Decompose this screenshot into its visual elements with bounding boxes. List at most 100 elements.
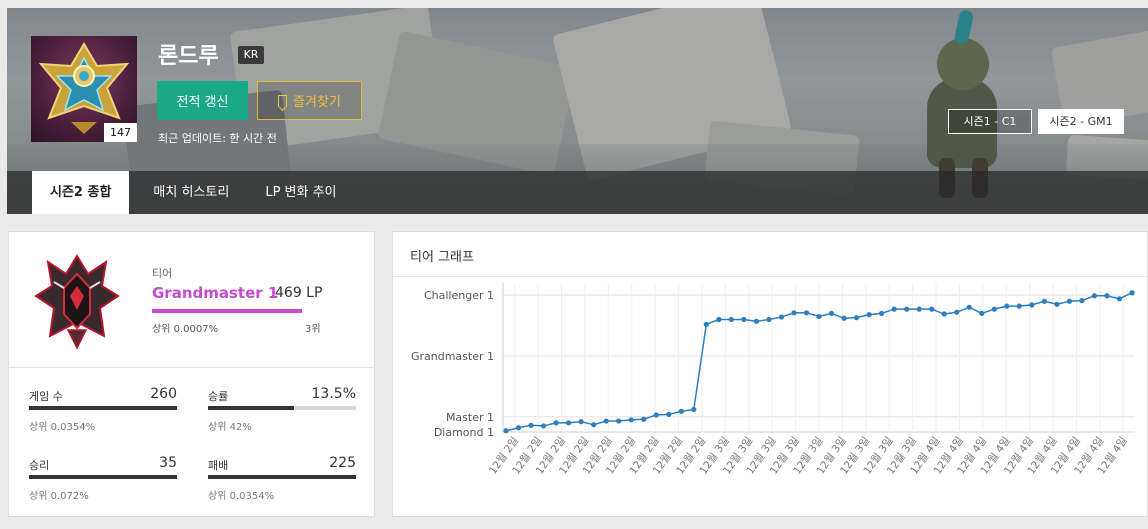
data-point bbox=[566, 420, 572, 426]
stat-track bbox=[29, 475, 177, 479]
grandmaster-emblem-icon bbox=[34, 254, 120, 350]
region-badge: KR bbox=[238, 46, 264, 64]
data-point bbox=[540, 423, 547, 429]
page-root: 147 론드루 KR 전적 갱신 즐겨찾기 최근 업데이트: 한 시간 전 시즌… bbox=[0, 0, 1148, 529]
tab-season-summary[interactable]: 시즌2 종합 bbox=[32, 171, 130, 214]
data-point bbox=[766, 316, 772, 323]
data-point bbox=[503, 428, 509, 434]
data-point bbox=[778, 314, 785, 320]
y-tick-label: Diamond 1 bbox=[434, 426, 494, 439]
data-point bbox=[741, 316, 747, 323]
tier-graph-panel: 티어 그래프 Challenger 1 Grandmaster 1 Master 1… bbox=[392, 231, 1148, 517]
data-point bbox=[578, 419, 584, 425]
data-point bbox=[891, 306, 897, 312]
stat-value: 13.5% bbox=[311, 386, 356, 402]
stat-label: 승률 bbox=[208, 390, 229, 403]
data-point bbox=[528, 422, 534, 428]
data-point bbox=[666, 411, 672, 417]
tier-top-percent: 상위 0.0007% bbox=[152, 324, 219, 335]
favorite-label: 즐겨찾기 bbox=[293, 95, 341, 110]
stat-value: 260 bbox=[150, 386, 177, 402]
tier-lp: 469 LP bbox=[275, 285, 323, 301]
tier-label: 티어 bbox=[152, 267, 173, 280]
stat-sub: 상위 42% bbox=[208, 422, 252, 433]
stat-fill bbox=[208, 475, 356, 479]
data-point bbox=[603, 418, 609, 424]
stat-label: 승리 bbox=[29, 459, 50, 472]
season-2-chip[interactable]: 시즌2 - GM1 bbox=[1038, 109, 1124, 134]
tab-match-history[interactable]: 매치 히스토리 bbox=[135, 171, 247, 214]
stat-fill bbox=[29, 475, 177, 479]
y-tick-label: Grandmaster 1 bbox=[411, 350, 494, 363]
profile-header: 147 론드루 KR 전적 갱신 즐겨찾기 최근 업데이트: 한 시간 전 시즌… bbox=[7, 8, 1148, 214]
data-point bbox=[591, 422, 597, 428]
y-tick-label: Master 1 bbox=[446, 411, 494, 424]
data-point bbox=[853, 315, 860, 321]
stat-track bbox=[29, 406, 177, 410]
refresh-button[interactable]: 전적 갱신 bbox=[157, 81, 248, 120]
tier-panel: 티어 Grandmaster 1 469 LP 상위 0.0007% 3위 게임… bbox=[8, 231, 375, 517]
data-point bbox=[841, 315, 847, 321]
data-point bbox=[653, 412, 659, 418]
data-point bbox=[991, 306, 997, 312]
graph-title: 티어 그래프 bbox=[410, 250, 474, 265]
stat-label: 패배 bbox=[208, 459, 229, 472]
data-point bbox=[553, 420, 559, 426]
stat-label: 게임 수 bbox=[29, 390, 63, 403]
data-point bbox=[1054, 301, 1060, 307]
data-point bbox=[1041, 298, 1047, 304]
last-updated-text: 최근 업데이트: 한 시간 전 bbox=[158, 132, 277, 145]
summoner-name: 론드루 bbox=[158, 44, 219, 69]
data-point bbox=[641, 416, 647, 422]
data-point bbox=[954, 309, 960, 315]
data-point bbox=[916, 306, 922, 312]
data-point bbox=[1091, 293, 1098, 299]
summoner-level: 147 bbox=[104, 123, 137, 142]
data-point bbox=[703, 321, 709, 327]
data-point bbox=[616, 418, 622, 424]
favorite-button[interactable]: 즐겨찾기 bbox=[257, 81, 362, 120]
data-point bbox=[1129, 290, 1135, 296]
stat-sub: 상위 0.0354% bbox=[29, 422, 96, 433]
tier-rank: 3위 bbox=[305, 324, 321, 335]
data-point bbox=[791, 310, 797, 316]
data-point bbox=[929, 306, 935, 312]
data-point bbox=[628, 417, 634, 423]
stat-sub: 상위 0.0354% bbox=[208, 491, 275, 502]
data-point bbox=[1016, 303, 1022, 309]
stat-value: 35 bbox=[159, 455, 177, 471]
season-1-chip[interactable]: 시즌1 - C1 bbox=[948, 109, 1032, 134]
data-point bbox=[941, 311, 947, 317]
bookmark-icon bbox=[278, 94, 288, 107]
data-point bbox=[803, 310, 810, 316]
stat-track bbox=[208, 406, 356, 410]
data-point bbox=[678, 408, 684, 414]
data-point bbox=[1029, 302, 1035, 308]
stat-fill bbox=[29, 406, 177, 410]
data-point bbox=[966, 304, 972, 310]
stat-sub: 상위 0.072% bbox=[29, 491, 89, 502]
data-point bbox=[691, 406, 697, 413]
data-point bbox=[979, 310, 985, 317]
data-point bbox=[1116, 296, 1123, 302]
data-point bbox=[1066, 298, 1072, 304]
data-point bbox=[1104, 293, 1110, 299]
stat-value: 225 bbox=[329, 455, 356, 471]
data-point bbox=[866, 312, 872, 318]
y-tick-label: Challenger 1 bbox=[424, 289, 494, 302]
data-point bbox=[515, 425, 522, 431]
tier-summary: 티어 Grandmaster 1 469 LP 상위 0.0007% 3위 bbox=[9, 232, 374, 368]
profile-tabs: 시즌2 종합 매치 히스토리 LP 변화 추이 bbox=[7, 171, 1148, 214]
data-point bbox=[728, 316, 734, 323]
tier-bar bbox=[152, 309, 302, 313]
stat-fill bbox=[208, 406, 294, 410]
tier-name: Grandmaster 1 bbox=[152, 284, 279, 302]
data-point bbox=[716, 316, 722, 323]
data-point bbox=[828, 310, 835, 317]
data-point bbox=[1079, 298, 1085, 304]
stat-track bbox=[208, 475, 356, 479]
data-point bbox=[816, 313, 822, 320]
data-point bbox=[753, 318, 759, 324]
data-point bbox=[879, 310, 885, 317]
tab-lp-trend[interactable]: LP 변화 추이 bbox=[247, 171, 354, 214]
